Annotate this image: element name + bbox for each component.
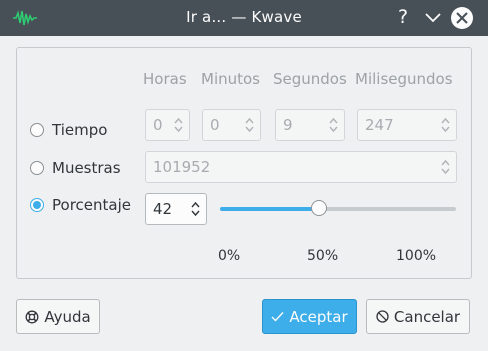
percentage-radio-label: Porcentaje	[52, 196, 131, 214]
cancel-button[interactable]: Cancelar	[366, 299, 470, 334]
time-radio[interactable]	[30, 123, 44, 137]
time-radio-label: Tiempo	[52, 121, 108, 139]
percentage-value: 42	[153, 200, 173, 218]
milliseconds-header: Milisegundos	[355, 70, 453, 88]
milliseconds-spinbox[interactable]: 247	[357, 109, 457, 141]
cancel-circle-icon	[376, 310, 389, 323]
help-dialog-button[interactable]: Ayuda	[16, 299, 100, 334]
lifebuoy-icon	[25, 310, 39, 324]
percentage-radio[interactable]	[30, 198, 44, 212]
spin-arrows-icon	[245, 117, 254, 133]
tick-label-100: 100%	[396, 248, 437, 264]
close-button[interactable]	[451, 7, 473, 29]
tick-label-0: 0%	[218, 248, 241, 264]
spin-arrows-icon	[174, 117, 183, 133]
cancel-button-label: Cancelar	[393, 307, 461, 326]
accept-button-label: Aceptar	[289, 307, 348, 326]
minimize-button[interactable]	[423, 7, 443, 29]
accept-button[interactable]: Aceptar	[262, 299, 357, 334]
hours-value: 0	[153, 116, 163, 134]
spin-arrows-icon	[441, 117, 450, 133]
tick-label-50: 50%	[307, 248, 339, 264]
window-title: Ir a... — Kwave	[186, 8, 302, 26]
minutes-header: Minutos	[201, 70, 260, 88]
title-bar[interactable]: Ir a... — Kwave ?	[0, 0, 488, 36]
percentage-slider-handle[interactable]	[311, 200, 328, 216]
help-button-label: Ayuda	[44, 307, 91, 326]
percentage-spinbox[interactable]: 42	[145, 193, 207, 225]
milliseconds-value: 247	[365, 116, 394, 134]
samples-spinbox[interactable]: 101952	[145, 151, 457, 183]
seconds-value: 9	[283, 116, 293, 134]
help-glyph: ?	[397, 6, 409, 28]
help-button[interactable]: ?	[393, 6, 413, 28]
chevron-down-icon	[425, 13, 441, 23]
spin-arrows-icon	[329, 117, 338, 133]
hours-spinbox[interactable]: 0	[145, 109, 190, 141]
samples-radio-option[interactable]: Muestras	[30, 159, 121, 177]
seconds-header: Segundos	[273, 70, 347, 88]
percentage-radio-option[interactable]: Porcentaje	[30, 196, 131, 214]
samples-value: 101952	[153, 158, 211, 176]
samples-radio[interactable]	[30, 161, 44, 175]
samples-radio-label: Muestras	[52, 159, 121, 177]
hours-header: Horas	[143, 70, 187, 88]
minutes-value: 0	[210, 116, 220, 134]
minutes-spinbox[interactable]: 0	[202, 109, 261, 141]
spin-arrows-icon	[191, 201, 200, 217]
percentage-slider-fill	[220, 207, 320, 211]
spin-arrows-icon	[441, 159, 450, 175]
checkmark-icon	[271, 311, 284, 322]
percentage-slider-track[interactable]	[220, 207, 456, 211]
close-icon	[456, 12, 468, 24]
seconds-spinbox[interactable]: 9	[275, 109, 345, 141]
time-radio-option[interactable]: Tiempo	[30, 121, 107, 139]
